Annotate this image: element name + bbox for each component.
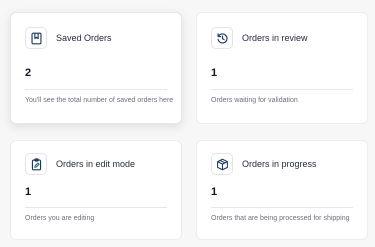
card-description: You'll see the total number of saved ord… bbox=[25, 97, 174, 104]
card-header: Orders in review bbox=[211, 27, 353, 49]
card-header: Orders in progress bbox=[211, 153, 353, 175]
bookmark-icon bbox=[25, 27, 47, 49]
card-title: Orders in review bbox=[242, 33, 308, 43]
divider bbox=[211, 207, 353, 208]
card-header: Orders in edit mode bbox=[25, 153, 167, 175]
card-value: 1 bbox=[25, 186, 32, 198]
refresh-icon bbox=[211, 27, 233, 49]
orders-in-review-card[interactable]: Orders in review 1 Orders waiting for va… bbox=[196, 12, 368, 124]
clipboard-edit-icon bbox=[25, 153, 47, 175]
divider bbox=[25, 207, 167, 208]
divider bbox=[211, 89, 353, 90]
card-value: 1 bbox=[211, 186, 218, 198]
card-title: Orders in edit mode bbox=[56, 159, 136, 169]
orders-in-edit-mode-card[interactable]: Orders in edit mode 1 Orders you are edi… bbox=[10, 140, 182, 240]
card-value: 1 bbox=[211, 67, 218, 79]
box-icon bbox=[211, 153, 233, 175]
saved-orders-card[interactable]: Saved Orders 2 You'll see the total numb… bbox=[10, 12, 182, 124]
card-title: Saved Orders bbox=[56, 33, 112, 43]
order-summary-grid: Saved Orders 2 You'll see the total numb… bbox=[0, 0, 375, 247]
orders-in-progress-card[interactable]: Orders in progress 1 Orders that are bei… bbox=[196, 140, 368, 240]
divider bbox=[25, 89, 167, 90]
card-description: Orders that are being processed for ship… bbox=[211, 215, 350, 222]
card-header: Saved Orders bbox=[25, 27, 167, 49]
card-value: 2 bbox=[25, 67, 32, 79]
card-title: Orders in progress bbox=[242, 159, 317, 169]
card-description: Orders waiting for validation bbox=[211, 97, 298, 104]
card-description: Orders you are editing bbox=[25, 215, 95, 222]
